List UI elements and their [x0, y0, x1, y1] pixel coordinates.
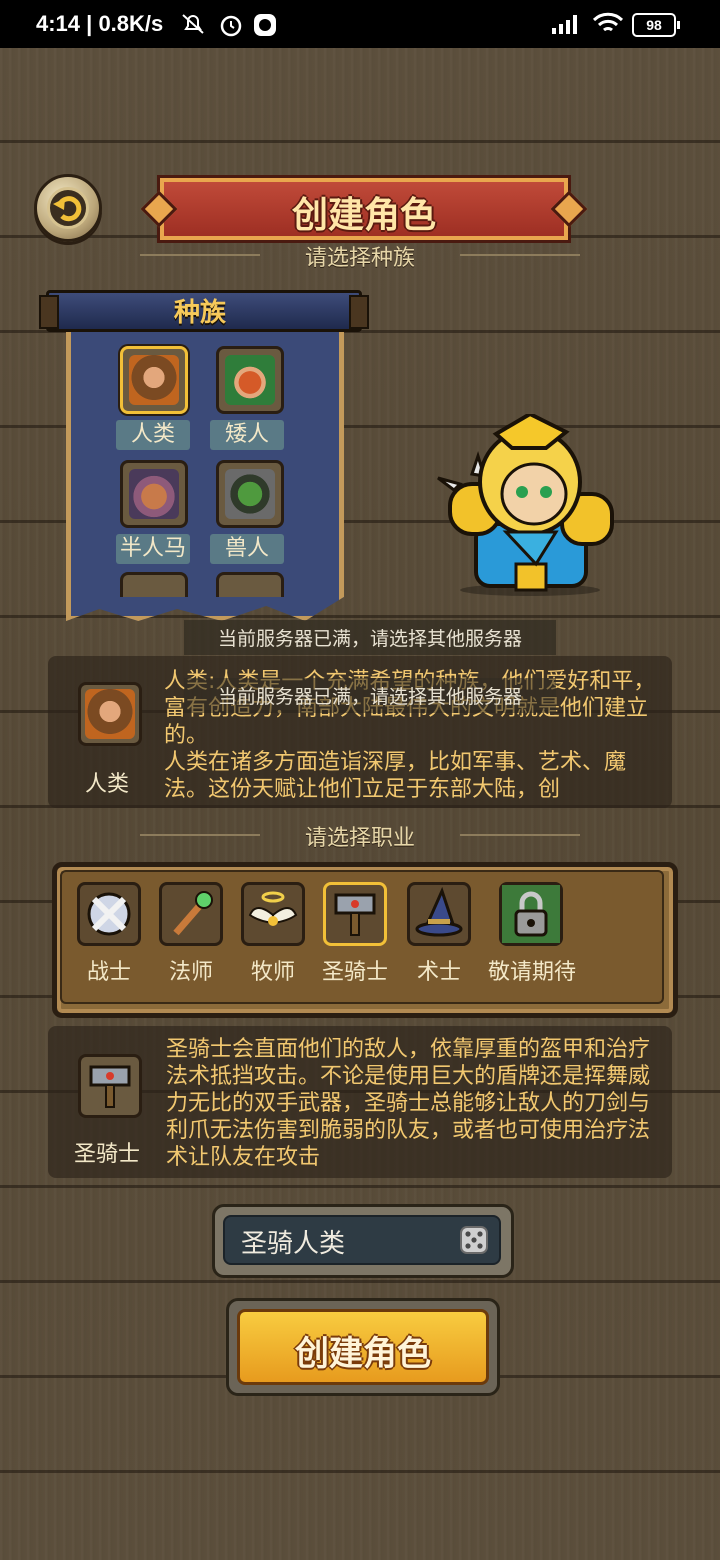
class-label-warlock: 术士 — [416, 960, 461, 985]
race-option-centaur[interactable] — [120, 460, 188, 528]
race-banner — [66, 320, 344, 621]
race-label-centaur[interactable]: 半人马 — [116, 534, 190, 564]
class-option-priest[interactable]: 牧师 — [240, 882, 306, 986]
class-label-priest: 牧师 — [250, 960, 295, 985]
class-section-divider: 请选择职业 — [140, 820, 580, 851]
class-label-paladin: 圣骑士 — [322, 960, 389, 985]
orc-portrait-icon — [225, 469, 275, 519]
signal-icon — [552, 15, 577, 34]
race-info-portrait — [78, 682, 142, 746]
crossed-swords-shield-icon — [77, 882, 141, 946]
class-prompt: 请选择职业 — [304, 826, 415, 851]
human-portrait-icon — [85, 689, 135, 739]
human-portrait-icon — [129, 355, 179, 405]
race-prompt: 请选择种族 — [304, 246, 415, 271]
class-option-warrior[interactable]: 战士 — [76, 882, 142, 986]
page-title: 创建角色 — [291, 195, 436, 236]
app-notification-icon — [254, 14, 276, 36]
war-hammer-icon — [89, 1065, 131, 1108]
class-label-mage: 法师 — [168, 960, 213, 985]
dwarf-portrait-icon — [225, 355, 275, 405]
race-section-divider: 请选择种族 — [140, 240, 580, 271]
title-banner: 创建角色 — [140, 178, 588, 240]
race-info-name: 人类 — [84, 772, 129, 797]
magic-staff-icon — [159, 882, 223, 946]
race-option-orc[interactable] — [216, 460, 284, 528]
race-label-orc[interactable]: 兽人 — [210, 534, 284, 564]
race-option-more-2[interactable] — [216, 572, 284, 597]
server-full-toast-repeat: 当前服务器已满，请选择其他服务器 — [184, 678, 556, 713]
status-time: 4:14 | 0.8K/s — [36, 11, 164, 36]
race-option-human[interactable] — [120, 346, 188, 414]
class-option-mage[interactable]: 法师 — [158, 882, 224, 986]
class-option-warlock[interactable]: 术士 — [406, 882, 472, 986]
character-name-field — [212, 1204, 514, 1278]
class-option-paladin[interactable]: 圣骑士 — [322, 882, 388, 986]
class-option-coming-soon[interactable]: 敬请期待 — [488, 882, 576, 986]
angel-wings-icon — [241, 882, 305, 946]
class-label-coming-soon: 敬请期待 — [488, 960, 577, 985]
create-character-label: 创建角色 — [295, 1334, 431, 1374]
battery-indicator: 98 — [632, 13, 680, 37]
race-label-human[interactable]: 人类 — [116, 420, 190, 450]
class-info-name: 圣骑士 — [73, 1142, 140, 1167]
create-character-button[interactable]: 创建角色 — [226, 1298, 500, 1396]
undo-arrow-icon — [53, 196, 82, 222]
character-name-input[interactable] — [239, 1223, 453, 1259]
hero-preview — [437, 414, 614, 596]
centaur-portrait-icon — [129, 469, 179, 519]
alarm-icon — [220, 15, 242, 37]
war-hammer-icon — [323, 882, 387, 946]
status-bar: 4:14 | 0.8K/s 98 — [0, 0, 720, 48]
wifi-icon — [592, 12, 624, 32]
race-label-dwarf[interactable]: 矮人 — [210, 420, 284, 450]
back-button[interactable] — [34, 174, 102, 242]
class-info-panel: 圣骑士 圣骑士会直面他们的敌人，依靠厚重的盔甲和治疗法术抵挡攻击。不论是使用巨大… — [48, 1026, 672, 1178]
class-info-text: 圣骑士会直面他们的敌人，依靠厚重的盔甲和治疗法术抵挡攻击。不论是使用巨大的盾牌还… — [166, 1037, 651, 1170]
class-info-icon — [78, 1054, 142, 1118]
race-option-dwarf[interactable] — [216, 346, 284, 414]
race-option-more-1[interactable] — [120, 572, 188, 597]
wizard-hat-icon — [407, 882, 471, 946]
server-full-toast: 当前服务器已满，请选择其他服务器 — [184, 620, 556, 655]
class-label-warrior: 战士 — [86, 960, 131, 985]
notifications-off-icon — [182, 14, 204, 34]
locked-padlock-icon — [499, 882, 563, 946]
race-banner-title: 种族 — [173, 298, 226, 328]
dice-icon[interactable] — [459, 1225, 489, 1255]
